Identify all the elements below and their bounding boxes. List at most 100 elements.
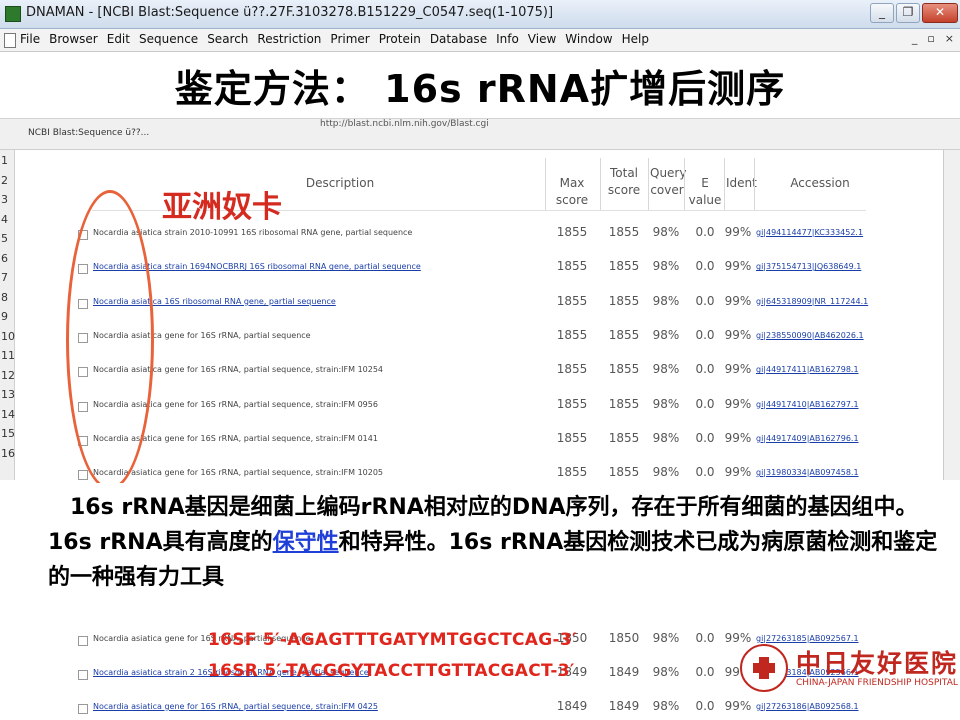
close-button[interactable]: ✕ [922,3,958,23]
vertical-scrollbar[interactable] [943,150,960,480]
menu-item[interactable]: Database [430,32,487,46]
mdi-controls: _ ▫ × [912,32,954,45]
total-score-cell: 1855 [608,327,640,342]
dnaman-app-icon [5,6,21,22]
total-score-cell: 1849 [608,699,640,713]
browser-bar: NCBI Blast:Sequence ü??... http://blast.… [0,118,960,150]
accession-link[interactable]: gi|31980334|AB097458.1 [756,468,859,477]
mdi-minimize-button[interactable]: _ [912,32,918,45]
window-title: DNAMAN - [NCBI Blast:Sequence ü??.27F.31… [26,5,554,20]
hospital-name-cn: 中日友好医院 [796,649,959,678]
conservation-link[interactable]: 保守性 [273,530,339,555]
ident-cell: 99% [724,225,752,239]
accession-link[interactable]: gi|44917410|AB162797.1 [756,400,859,409]
accession-link[interactable]: gi|645318909|NR_117244.1 [756,297,868,306]
query-cover-cell: 98% [652,665,680,679]
browser-url[interactable]: http://blast.ncbi.nlm.nih.gov/Blast.cgi [320,119,489,129]
accession-link[interactable]: gi|375154713|JQ638649.1 [756,262,861,271]
row-checkbox[interactable] [78,636,88,646]
line-number: 7 [1,271,8,284]
e-value-cell: 0.0 [695,259,715,274]
document-icon [4,33,16,48]
browser-tab-label[interactable]: NCBI Blast:Sequence ü??... [28,128,149,138]
accession-link[interactable]: gi|27263186|AB092568.1 [756,702,859,711]
accession-link[interactable]: gi|238550090|AB462026.1 [756,331,864,340]
line-number: 16 [1,446,15,460]
hospital-seal-icon [740,644,788,692]
e-value-cell: 0.0 [695,362,715,377]
menu-item[interactable]: Info [496,32,519,46]
query-cover-cell: 98% [652,430,680,445]
header-total-score[interactable]: Total score [602,165,646,199]
menu-item[interactable]: Primer [330,32,369,46]
minimize-button[interactable]: _ [870,3,894,23]
header-accession[interactable]: Accession [780,175,860,192]
menu-item[interactable]: Browser [49,32,98,46]
menu-item[interactable]: Help [622,32,649,46]
hospital-name-en: CHINA-JAPAN FRIENDSHIP HOSPITAL [796,678,958,688]
line-number: 8 [1,290,8,304]
column-separator [545,158,546,210]
line-number: 9 [1,310,8,323]
e-value-cell: 0.0 [695,225,715,239]
row-checkbox[interactable] [78,704,88,714]
header-query-cover[interactable]: Query cover [650,165,686,199]
max-score-cell: 1849 [556,699,588,713]
primer-reverse: 16SR 5′-TACGGYTACCTTGTTACGACT-3′ [208,661,575,681]
line-number-gutter: 1 2 3 4 5 6 7 8 9 10 11 12 13 14 15 16 [0,150,15,480]
menubar: File Browser Edit Sequence Search Restriction… [0,29,960,52]
e-value-cell: 0.0 [695,665,715,679]
header-ident[interactable]: Ident [726,175,757,192]
menu-item[interactable]: Edit [107,32,130,46]
menu-item[interactable]: Search [207,32,248,46]
menu-item[interactable]: File [20,32,40,46]
max-score-cell: 1855 [556,259,588,274]
menu-item[interactable]: Window [565,32,612,46]
primer-forward: 16SF 5′-AGAGTTTGATYMTGGCTCAG-3′ [208,630,577,650]
accession-link[interactable]: gi|44917411|AB162798.1 [756,365,859,374]
query-cover-cell: 98% [652,631,680,645]
result-description: Nocardia asiatica gene for 16S rRNA, par… [93,468,384,478]
header-max-score[interactable]: Max score [547,175,597,209]
mdi-restore-button[interactable]: ▫ [927,32,934,45]
ident-cell: 99% [724,465,752,480]
accession-link[interactable]: gi|494114477|KC333452.1 [756,228,863,237]
header-description[interactable]: Description [270,175,410,192]
query-cover-cell: 98% [652,362,680,377]
total-score-cell: 1855 [608,430,640,445]
menu-item[interactable]: View [528,32,556,46]
query-cover-cell: 98% [652,699,680,713]
total-score-cell: 1855 [608,225,640,239]
accession-link[interactable]: gi|27263185|AB092567.1 [756,634,859,643]
line-number: 6 [1,251,8,265]
total-score-cell: 1855 [608,259,640,274]
max-score-cell: 1855 [556,430,588,445]
menu-item[interactable]: Sequence [139,32,198,46]
mdi-close-button[interactable]: × [945,32,954,45]
line-number: 2 [1,173,8,187]
max-score-cell: 1855 [556,465,588,480]
max-score-cell: 1855 [556,225,588,239]
accession-link[interactable]: gi|44917409|AB162796.1 [756,434,859,443]
max-score-cell: 1855 [556,293,588,308]
species-label: 亚洲奴卡 [162,190,282,225]
e-value-cell: 0.0 [695,430,715,445]
row-checkbox[interactable] [78,670,88,680]
total-score-cell: 1849 [608,665,640,679]
max-score-cell: 1855 [556,362,588,377]
restore-button[interactable]: ❐ [896,3,920,23]
ident-cell: 99% [724,327,752,342]
menu-item[interactable]: Restriction [257,32,321,46]
query-cover-cell: 98% [652,293,680,308]
explanation-paragraph: 16s rRNA基因是细菌上编码rRNA相对应的DNA序列，存在于所有细菌的基因… [48,490,948,595]
total-score-cell: 1850 [608,631,640,645]
result-description[interactable]: Nocardia asiatica gene for 16S rRNA, par… [93,702,378,711]
header-e-value[interactable]: E value [686,175,724,209]
menu-item[interactable]: Protein [379,32,421,46]
hospital-logo: 中日友好医院 CHINA-JAPAN FRIENDSHIP HOSPITAL [740,644,958,700]
row-checkbox[interactable] [78,470,88,481]
e-value-cell: 0.0 [695,293,715,308]
total-score-cell: 1855 [608,465,640,480]
total-score-cell: 1855 [608,396,640,411]
blast-results-frame [14,150,944,480]
